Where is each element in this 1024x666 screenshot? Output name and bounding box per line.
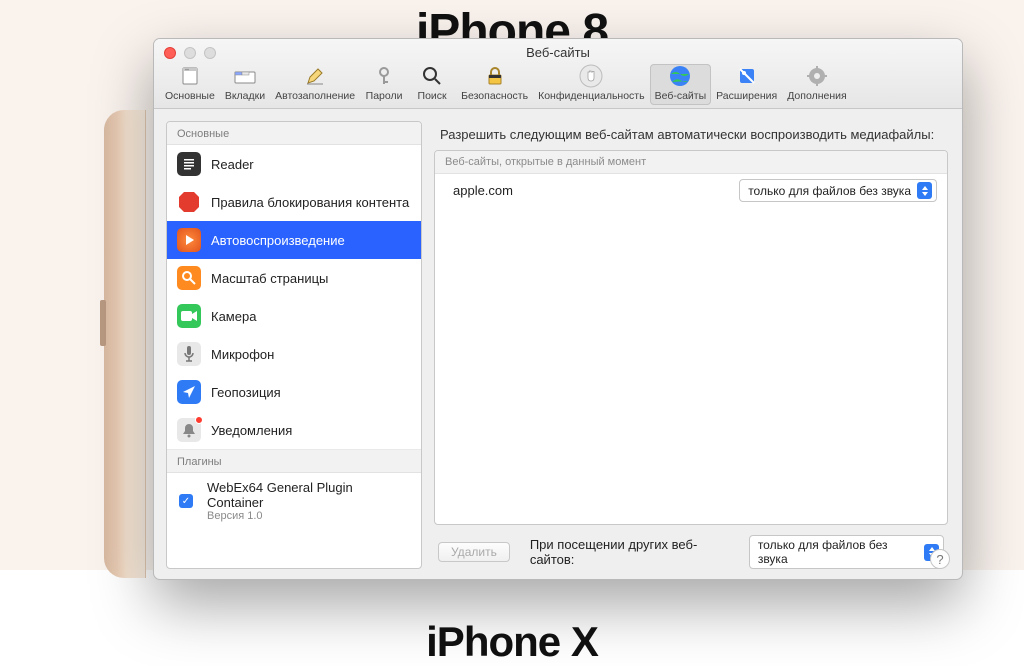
preferences-toolbar: Основные Вкладки Автозаполнение Пароли [154, 60, 962, 105]
tabs-icon [233, 64, 257, 88]
minimize-window-button[interactable] [184, 47, 196, 59]
iphone-side-button [100, 300, 106, 346]
sidebar-item-label: Правила блокирования контента [211, 195, 409, 210]
puzzle-icon [735, 64, 759, 88]
sidebar-item-label: Масштаб страницы [211, 271, 328, 286]
toolbar-label: Поиск [418, 90, 447, 102]
key-icon [372, 64, 396, 88]
pencil-icon [303, 64, 327, 88]
general-icon [178, 64, 202, 88]
main-panel: Разрешить следующим веб-сайтам автоматич… [434, 121, 962, 569]
toolbar-label: Пароли [366, 90, 403, 102]
delete-button[interactable]: Удалить [438, 542, 510, 562]
toolbar-label: Конфиденциальность [538, 90, 645, 102]
toolbar-label: Вкладки [225, 90, 265, 102]
sidebar-item-reader[interactable]: Reader [167, 145, 421, 183]
notification-badge-icon [195, 416, 203, 424]
tab-websites[interactable]: Веб-сайты [650, 64, 712, 105]
list-header-open-sites: Веб-сайты, открытые в данный момент [435, 151, 947, 174]
sidebar-item-zoom[interactable]: Масштаб страницы [167, 259, 421, 297]
sidebar-item-label: Геопозиция [211, 385, 281, 400]
bottom-bar: Удалить При посещении других веб-сайтов:… [434, 525, 948, 569]
plugin-label: WebEx64 General Plugin Container [207, 480, 411, 510]
microphone-icon [177, 342, 201, 366]
sidebar-group-general: Основные [167, 122, 421, 145]
reader-icon [177, 152, 201, 176]
main-heading: Разрешить следующим веб-сайтам автоматич… [434, 121, 948, 150]
sidebar-item-label: Микрофон [211, 347, 274, 362]
toolbar-label: Дополнения [787, 90, 846, 102]
tab-security[interactable]: Безопасность [456, 64, 533, 105]
select-value: только для файлов без звука [748, 184, 911, 198]
stop-sign-icon [177, 190, 201, 214]
tab-advanced[interactable]: Дополнения [782, 64, 851, 105]
hand-icon [579, 64, 603, 88]
tab-search[interactable]: Поиск [408, 64, 456, 105]
bg-title-iphonex: iPhone X [0, 618, 1024, 666]
sidebar-item-microphone[interactable]: Микрофон [167, 335, 421, 373]
toolbar-label: Расширения [716, 90, 777, 102]
default-policy-select[interactable]: только для файлов без звука [749, 535, 944, 569]
sidebar-group-plugins: Плагины [167, 449, 421, 473]
list-row[interactable]: apple.com только для файлов без звука [435, 174, 947, 207]
location-arrow-icon [177, 380, 201, 404]
sidebar-item-notifications[interactable]: Уведомления [167, 411, 421, 449]
globe-icon [668, 64, 692, 88]
sidebar-item-autoplay[interactable]: Автовоспроизведение [167, 221, 421, 259]
lock-icon [483, 64, 507, 88]
play-icon [177, 228, 201, 252]
sidebar-item-content-block[interactable]: Правила блокирования контента [167, 183, 421, 221]
sidebar-item-label: Камера [211, 309, 256, 324]
iphone-side-image [104, 110, 146, 578]
magnifier-icon [420, 64, 444, 88]
sidebar-item-label: Уведомления [211, 423, 292, 438]
gear-icon [805, 64, 829, 88]
sidebar-item-label: Reader [211, 157, 254, 172]
preferences-window: Веб-сайты Основные Вкладки Автозаполнени… [153, 38, 963, 580]
site-domain: apple.com [453, 183, 513, 198]
close-window-button[interactable] [164, 47, 176, 59]
tab-privacy[interactable]: Конфиденциальность [533, 64, 650, 105]
window-controls [164, 47, 216, 59]
sidebar-item-label: Автовоспроизведение [211, 233, 345, 248]
sidebar-item-plugin-webex[interactable]: ✓ WebEx64 General Plugin Container Верси… [167, 473, 421, 529]
tab-autofill[interactable]: Автозаполнение [270, 64, 360, 105]
tab-passwords[interactable]: Пароли [360, 64, 408, 105]
website-list: Веб-сайты, открытые в данный момент appl… [434, 150, 948, 525]
toolbar-label: Автозаполнение [275, 90, 355, 102]
settings-sidebar: Основные Reader Правила блокирования кон… [166, 121, 422, 569]
toolbar-label: Основные [165, 90, 215, 102]
tab-tabs[interactable]: Вкладки [220, 64, 270, 105]
zoom-icon [177, 266, 201, 290]
select-value: только для файлов без звука [758, 538, 918, 566]
window-title: Веб-сайты [154, 39, 962, 60]
plugin-checkbox[interactable]: ✓ [179, 494, 193, 508]
row-policy-select[interactable]: только для файлов без звука [739, 179, 937, 202]
zoom-window-button[interactable] [204, 47, 216, 59]
help-button[interactable]: ? [930, 549, 950, 569]
stepper-arrows-icon [917, 182, 932, 199]
other-sites-label: При посещении других веб-сайтов: [530, 537, 739, 567]
plugin-version: Версия 1.0 [207, 510, 411, 522]
sidebar-item-location[interactable]: Геопозиция [167, 373, 421, 411]
tab-general[interactable]: Основные [160, 64, 220, 105]
tab-extensions[interactable]: Расширения [711, 64, 782, 105]
sidebar-item-camera[interactable]: Камера [167, 297, 421, 335]
camera-icon [177, 304, 201, 328]
toolbar-label: Веб-сайты [655, 90, 707, 102]
window-titlebar: Веб-сайты Основные Вкладки Автозаполнени… [154, 39, 962, 109]
bell-icon [177, 418, 201, 442]
toolbar-label: Безопасность [461, 90, 528, 102]
